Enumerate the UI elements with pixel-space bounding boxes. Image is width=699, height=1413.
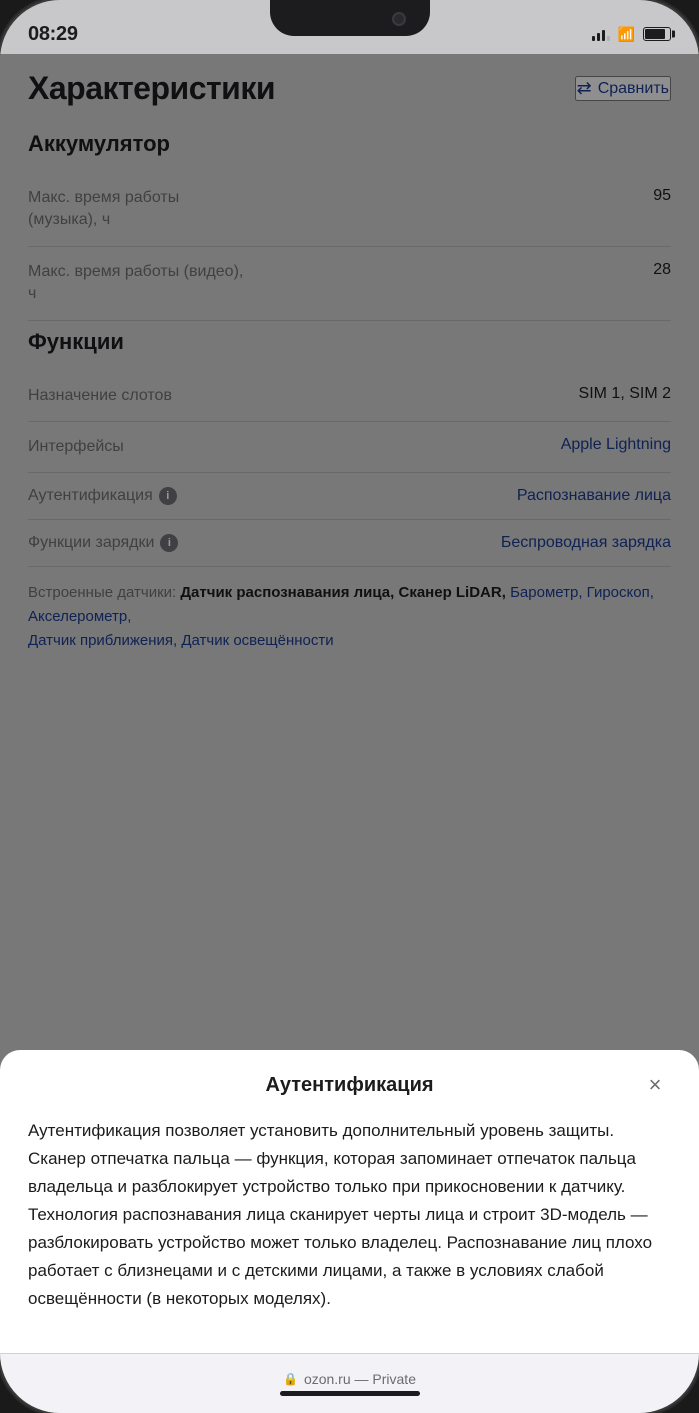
- status-time: 08:29: [28, 23, 78, 46]
- wifi-icon: 📶: [618, 26, 635, 43]
- front-camera: [392, 12, 406, 26]
- modal-title: Аутентификация: [265, 1074, 433, 1097]
- main-content: Характеристики ⇄ Сравнить Аккумулятор Ма…: [0, 54, 699, 1413]
- status-icons: 📶: [592, 26, 671, 43]
- home-indicator[interactable]: [280, 1391, 420, 1396]
- modal-header: Аутентификация ×: [28, 1074, 671, 1097]
- lock-icon: 🔒: [283, 1372, 298, 1386]
- modal-close-button[interactable]: ×: [639, 1069, 671, 1101]
- phone-frame: 08:29 📶 Характеристики ⇄ Сравнить: [0, 0, 699, 1413]
- notch: [270, 0, 430, 36]
- battery-icon: [643, 27, 671, 41]
- modal-sheet: Аутентификация × Аутентификация позволяе…: [0, 1050, 699, 1353]
- bottom-bar: 🔒 ozon.ru — Private: [0, 1353, 699, 1413]
- url-text: ozon.ru — Private: [304, 1371, 416, 1387]
- bottom-url: 🔒 ozon.ru — Private: [283, 1371, 416, 1387]
- signal-icon: [592, 27, 610, 41]
- modal-body: Аутентификация позволяет установить допо…: [28, 1117, 671, 1313]
